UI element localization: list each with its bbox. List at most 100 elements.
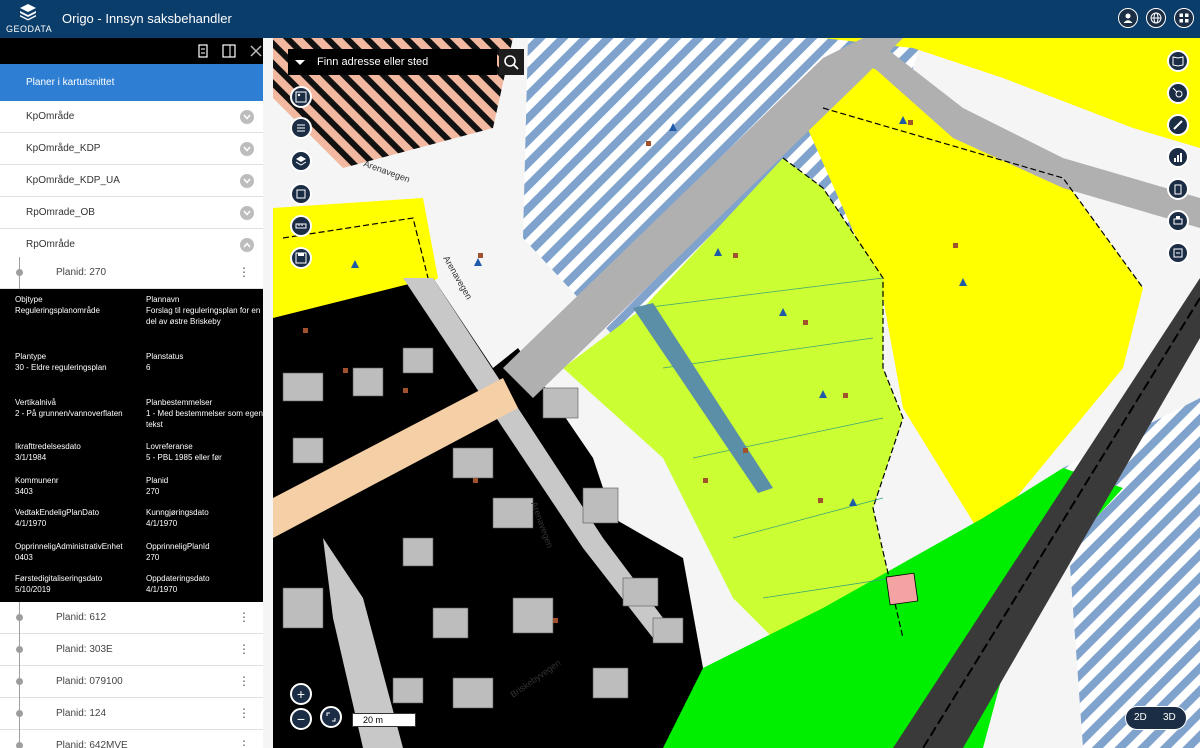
timeline-dot [16, 269, 23, 276]
building-button[interactable] [1167, 178, 1189, 200]
layer-sidebar: Planer i kartutsnittet KpOmråde KpOmråde… [0, 38, 263, 748]
zoom-in-button[interactable]: + [290, 683, 312, 705]
search-input[interactable] [312, 49, 497, 75]
print-button[interactable] [1167, 210, 1189, 232]
plan-details-panel: Objtype Reguleringsplanområde Plannavn For… [0, 289, 263, 602]
chart-button[interactable] [1167, 146, 1189, 168]
attribute: Vertikalnivå 2 - På grunnen/vannoverflate… [15, 398, 123, 418]
attribute: Førstedigitaliseringsdato 5/10/2019 [15, 574, 103, 594]
attribute: OpprinneligPlanId 270 [146, 542, 210, 562]
search-box [288, 49, 524, 75]
grid-icon [1179, 13, 1189, 23]
attribute: OpprinneligAdministrativEnhet 0403 [15, 542, 123, 562]
legend-icon [295, 91, 307, 103]
list-button[interactable] [290, 117, 312, 139]
top-bar: GEODATA Origo - Innsyn saksbehandler [0, 0, 1200, 38]
layer-group-kpomrade-kdp[interactable]: KpOmråde_KDP [0, 133, 263, 165]
layer-group-label: KpOmråde [26, 111, 75, 122]
chevron-down-icon[interactable] [240, 206, 254, 220]
attribute: Objtype Reguleringsplanområde [15, 295, 100, 315]
more-options-icon[interactable]: ⋮ [238, 666, 250, 696]
zoom-extent-button[interactable] [290, 183, 312, 205]
layer-group-kpomrade[interactable]: KpOmråde [0, 101, 263, 133]
globe-button[interactable] [1146, 8, 1166, 28]
pencil-icon [1173, 120, 1183, 130]
plan-item[interactable]: Planid: 642MVE ⋮ [0, 730, 263, 748]
timeline-dot [16, 614, 23, 621]
logo-text: GEODATA [6, 24, 53, 34]
view-2d-option[interactable]: 2D [1134, 707, 1147, 728]
chevron-up-icon[interactable] [240, 238, 254, 252]
attribute: VedtakEndeligPlanDato 4/1/1970 [15, 508, 100, 528]
globe-icon [1150, 12, 1162, 24]
timeline-dot [16, 678, 23, 685]
measure-button[interactable] [290, 215, 312, 237]
layers-icon [295, 156, 307, 166]
plan-item[interactable]: Planid: 079100 ⋮ [0, 666, 263, 698]
attribute: Kommunenr 3403 [15, 476, 59, 496]
map-canvas[interactable]: Arenavegen Arenavegen Arenavegen Briskeb… [263, 38, 1200, 748]
list-icon [297, 124, 305, 132]
attribute: Ikrafttredelsesdato 3/1/1984 [15, 442, 81, 462]
book-icon [1172, 56, 1184, 67]
attribute: Planid 270 [146, 476, 169, 496]
plan-item[interactable]: Planid: 612 ⋮ [0, 602, 263, 634]
attribute: Lovreferanse 5 - PBL 1985 eller før [146, 442, 222, 462]
view-mode-toggle[interactable]: 2D 3D [1125, 706, 1187, 730]
scale-bar: 20 m [352, 713, 416, 727]
chevron-down-icon[interactable] [240, 142, 254, 156]
chevron-down-icon[interactable] [240, 110, 254, 124]
layers-button[interactable] [290, 150, 312, 172]
plan-item-selected[interactable]: Planid: 270 ⋮ [0, 257, 263, 289]
building-icon [1174, 184, 1182, 195]
search-icon [504, 55, 519, 70]
map-layers: Arenavegen Arenavegen Arenavegen Briskeb… [263, 38, 1200, 748]
close-icon[interactable] [248, 43, 263, 59]
collapse-all-icon[interactable] [195, 43, 211, 59]
view-3d-option[interactable]: 3D [1163, 707, 1176, 728]
print-icon [1173, 216, 1183, 225]
layer-group-label: KpOmråde_KDP_UA [26, 175, 120, 186]
expand-map-button[interactable] [320, 706, 342, 728]
active-layer-row[interactable]: Planer i kartutsnittet [0, 64, 263, 101]
measure-icon [295, 223, 307, 229]
legend-button[interactable] [290, 86, 312, 108]
search-button[interactable] [499, 49, 524, 75]
search-dropdown-button[interactable] [288, 49, 312, 75]
share-button[interactable] [1167, 242, 1189, 264]
timeline-dot [16, 646, 23, 653]
expand-icon [326, 712, 336, 722]
layer-group-label: RpOmrade_OB [26, 207, 95, 218]
dock-panel-icon[interactable] [221, 43, 237, 59]
save-button[interactable] [290, 247, 312, 269]
more-options-icon[interactable]: ⋮ [238, 698, 250, 728]
share-icon [1173, 248, 1183, 258]
apps-button[interactable] [1174, 8, 1194, 28]
bookmark-button[interactable] [1167, 50, 1189, 72]
plan-label: Planid: 303E [56, 644, 113, 655]
plan-item[interactable]: Planid: 303E ⋮ [0, 634, 263, 666]
user-button[interactable] [1118, 8, 1138, 28]
chevron-down-icon[interactable] [240, 174, 254, 188]
more-options-icon[interactable]: ⋮ [238, 257, 250, 287]
layer-group-rpomrade-ob[interactable]: RpOmrade_OB [0, 197, 263, 229]
plan-label: Planid: 124 [56, 708, 107, 719]
plan-label: Planid: 079100 [56, 676, 123, 687]
more-options-icon[interactable]: ⋮ [238, 602, 250, 632]
more-options-icon[interactable]: ⋮ [238, 634, 250, 664]
sidebar-toolbar [0, 38, 263, 64]
attribute: Kunngjøringsdato 4/1/1970 [146, 508, 209, 528]
save-icon [295, 252, 307, 264]
plan-item[interactable]: Planid: 124 ⋮ [0, 698, 263, 730]
draw-button[interactable] [1167, 114, 1189, 136]
app-title: Origo - Innsyn saksbehandler [62, 11, 232, 26]
zoom-out-button[interactable]: − [290, 708, 312, 730]
layer-group-kpomrade-kdp-ua[interactable]: KpOmråde_KDP_UA [0, 165, 263, 197]
user-icon [1123, 13, 1133, 23]
geodata-logo: GEODATA [6, 3, 53, 35]
timeline-dot [16, 710, 23, 717]
more-options-icon[interactable]: ⋮ [238, 730, 250, 748]
pointer-icon [1172, 87, 1183, 98]
attribute: Plannavn Forslag til reguleringsplan for … [146, 295, 261, 326]
position-button[interactable] [1167, 82, 1189, 104]
